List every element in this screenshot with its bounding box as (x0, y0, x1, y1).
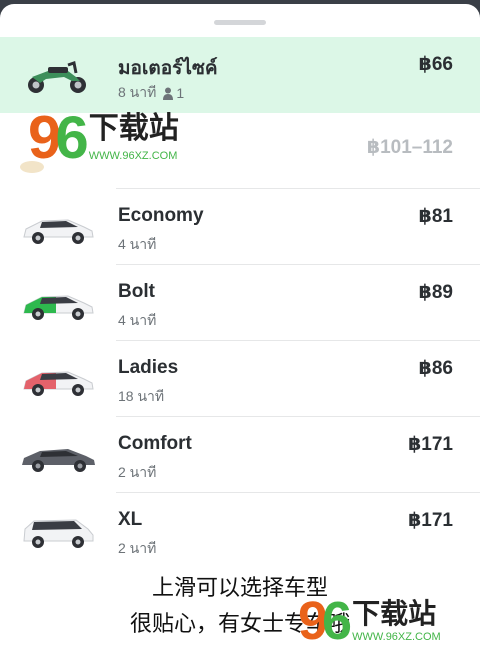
ride-name: Ladies (118, 357, 179, 378)
ride-eta: 2 นาที (118, 540, 157, 556)
ride-eta: 18 นาที (118, 388, 165, 404)
motorcycle-icon (28, 61, 86, 93)
car-icon (23, 219, 94, 244)
ride-price: ฿81 (418, 206, 453, 227)
ride-option-comfort[interactable]: Comfort 2 นาที ฿171 (0, 417, 480, 493)
watermark-title: 下载站 (352, 597, 437, 629)
person-icon (163, 87, 174, 100)
ride-price: ฿101–112 (366, 137, 453, 158)
ride-name: Economy (118, 205, 204, 226)
ride-price: ฿171 (408, 510, 453, 531)
ride-eta: 4 นาที (118, 236, 157, 252)
watermark-logo: 96 下载站 WWW.96XZ.COM (28, 108, 179, 168)
ride-meta: 4 นาที (118, 310, 156, 332)
watermark-title: 下载站 (88, 112, 179, 145)
ride-name: Bolt (118, 281, 155, 302)
drag-handle[interactable] (214, 20, 266, 25)
ride-option-bolt[interactable]: Bolt 4 นาที ฿89 (0, 265, 480, 341)
ride-meta: 2 นาที (118, 462, 156, 484)
van-icon (23, 519, 94, 548)
watermark-number: 96 (28, 104, 89, 171)
ride-option-economy[interactable]: Economy 4 นาที ฿81 (0, 189, 480, 265)
ride-meta: 8 นาที 1 (118, 82, 184, 104)
ride-meta: 18 นาที (118, 386, 164, 408)
watermark-url: WWW.96XZ.COM (352, 630, 441, 643)
ride-meta: 4 นาที (118, 234, 156, 256)
ride-eta: 2 นาที (118, 464, 157, 480)
ride-meta: 2 นาที (118, 538, 156, 560)
car-icon (23, 371, 94, 396)
ride-option-ladies[interactable]: Ladies 18 นาที ฿86 (0, 341, 480, 417)
ride-name: มอเตอร์ไซค์ (118, 58, 218, 79)
watermark-number: 96 (298, 591, 352, 651)
ride-options-sheet[interactable]: มอเตอร์ไซค์ 8 นาที 1 ฿66 ฿101–112 Econom… (0, 4, 480, 652)
ride-price: ฿171 (408, 434, 453, 455)
ride-name: Comfort (118, 433, 192, 454)
seat-count-value: 1 (176, 85, 185, 101)
ride-price: ฿89 (418, 282, 453, 303)
ride-name: XL (118, 509, 143, 530)
watermark-logo: 96 下载站 WWW.96XZ.COM (298, 594, 441, 648)
ride-eta: 8 นาที (118, 84, 157, 100)
car-icon (23, 295, 94, 320)
ride-option-motorcycle[interactable]: มอเตอร์ไซค์ 8 นาที 1 ฿66 (0, 37, 480, 113)
ride-eta: 4 นาที (118, 312, 157, 328)
watermark-url: WWW.96XZ.COM (88, 150, 178, 162)
ride-option-xl[interactable]: XL 2 นาที ฿171 (0, 493, 480, 569)
ride-price: ฿66 (418, 54, 453, 75)
car-icon (22, 449, 95, 472)
ride-price: ฿86 (418, 358, 453, 379)
seat-count: 1 (162, 85, 184, 101)
